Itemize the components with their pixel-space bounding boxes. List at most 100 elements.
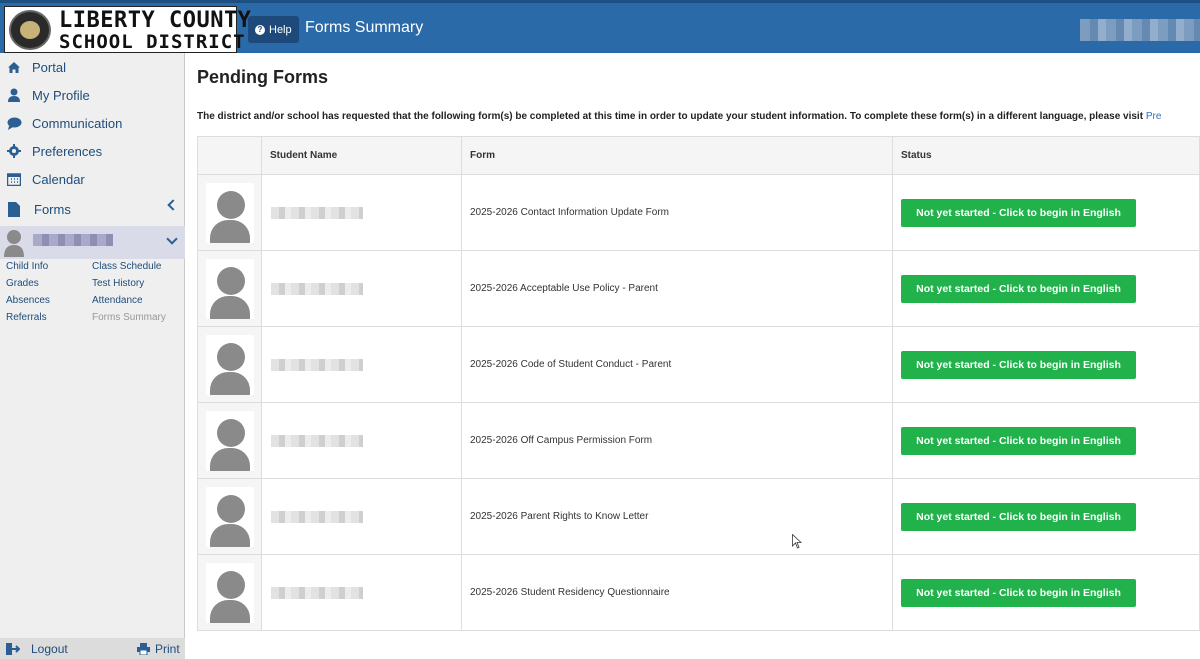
sidebar-item-label: My Profile [32,87,90,103]
status-cell: Not yet started - Click to begin in Engl… [892,174,1200,251]
pending-forms-table: Student Name Form Status 2025-2026 Conta… [197,136,1200,631]
student-name [271,282,363,295]
sidebar-item-label: Preferences [32,143,103,159]
help-button[interactable]: ? Help [248,16,299,43]
begin-form-button[interactable]: Not yet started - Click to begin in Engl… [901,426,1136,455]
language-link[interactable]: Pre [1146,111,1162,122]
student-photo-cell [197,250,262,327]
user-icon [6,87,22,103]
student-name [271,206,363,219]
student-link-child-info[interactable]: Child Info [6,261,48,272]
user-account-menu[interactable] [1080,19,1200,41]
sidebar-footer: Logout Print [0,638,185,659]
table-row: 2025-2026 Student Residency Questionnair… [197,554,1200,631]
form-name-cell: 2025-2026 Acceptable Use Policy - Parent [461,250,893,327]
table-row: 2025-2026 Acceptable Use Policy - Parent… [197,250,1200,327]
student-photo-cell [197,326,262,403]
district-logo[interactable]: LIBERTY COUNTY SCHOOL DISTRICT [4,6,251,53]
student-photo-cell [197,174,262,251]
form-name-cell: 2025-2026 Parent Rights to Know Letter [461,478,893,555]
begin-form-button[interactable]: Not yet started - Click to begin in Engl… [901,578,1136,607]
chevron-down-icon [166,233,178,245]
page-header-title: Forms Summary [305,19,424,36]
top-header: LIBERTY COUNTY SCHOOL DISTRICT ? Help Fo… [0,0,1200,53]
table-row: 2025-2026 Contact Information Update For… [197,174,1200,251]
sidebar: Portal My Profile Communication Preferen… [0,53,185,659]
calendar-icon [6,171,22,187]
home-icon [6,59,22,75]
chevron-left-icon [167,199,179,211]
status-cell: Not yet started - Click to begin in Engl… [892,250,1200,327]
sidebar-item-communication[interactable]: Communication [0,109,185,137]
student-name-cell [261,554,462,631]
column-header-student-name: Student Name [261,136,462,175]
student-selector[interactable] [0,226,185,259]
sidebar-item-forms[interactable]: Forms [0,194,185,224]
begin-form-button[interactable]: Not yet started - Click to begin in Engl… [901,274,1136,303]
student-name [271,434,363,447]
sidebar-item-my-profile[interactable]: My Profile [0,81,185,109]
status-cell: Not yet started - Click to begin in Engl… [892,478,1200,555]
student-name [33,234,113,246]
table-header-row: Student Name Form Status [197,136,1200,175]
logo-line-1: LIBERTY COUNTY [59,8,252,33]
student-link-forms-summary[interactable]: Forms Summary [92,312,166,323]
document-icon [6,201,22,217]
student-name-cell [261,326,462,403]
logout-button[interactable]: Logout [6,642,68,656]
question-icon: ? [255,24,265,35]
student-photo-icon [206,182,254,243]
status-cell: Not yet started - Click to begin in Engl… [892,554,1200,631]
student-name-cell [261,250,462,327]
student-link-class-schedule[interactable]: Class Schedule [92,261,161,272]
sidebar-item-label: Portal [32,59,66,75]
chat-icon [6,115,22,131]
sidebar-item-portal[interactable]: Portal [0,53,185,81]
form-name-cell: 2025-2026 Student Residency Questionnair… [461,554,893,631]
table-row: 2025-2026 Off Campus Permission Form Not… [197,402,1200,479]
student-photo-cell [197,478,262,555]
student-photo-icon [206,562,254,623]
student-photo-icon [206,410,254,471]
student-link-absences[interactable]: Absences [6,295,50,306]
student-photo-icon [206,258,254,319]
student-link-test-history[interactable]: Test History [92,278,144,289]
student-name [271,358,363,371]
student-name [271,510,363,523]
sidebar-item-label: Forms [34,201,71,217]
student-avatar-icon [4,230,24,257]
sidebar-item-preferences[interactable]: Preferences [0,137,185,165]
student-photo-icon [206,486,254,547]
status-cell: Not yet started - Click to begin in Engl… [892,402,1200,479]
form-name-cell: 2025-2026 Code of Student Conduct - Pare… [461,326,893,403]
district-seal-icon [9,10,51,50]
begin-form-button[interactable]: Not yet started - Click to begin in Engl… [901,502,1136,531]
form-name-cell: 2025-2026 Contact Information Update For… [461,174,893,251]
table-row: 2025-2026 Parent Rights to Know Letter N… [197,478,1200,555]
begin-form-button[interactable]: Not yet started - Click to begin in Engl… [901,198,1136,227]
student-link-grades[interactable]: Grades [6,278,39,289]
student-name [271,586,363,599]
student-link-referrals[interactable]: Referrals [6,312,47,323]
sidebar-item-label: Communication [32,115,123,131]
student-name-cell [261,174,462,251]
column-header-status: Status [892,136,1200,175]
form-name-cell: 2025-2026 Off Campus Permission Form [461,402,893,479]
sidebar-item-calendar[interactable]: Calendar [0,165,185,193]
student-photo-cell [197,402,262,479]
logout-label: Logout [31,642,68,656]
page-title: Pending Forms [197,67,329,87]
student-photo-cell [197,554,262,631]
photo-column-header [197,136,262,175]
student-link-attendance[interactable]: Attendance [92,295,143,306]
begin-form-button[interactable]: Not yet started - Click to begin in Engl… [901,350,1136,379]
status-cell: Not yet started - Click to begin in Engl… [892,326,1200,403]
print-icon [137,643,150,655]
print-label: Print [155,642,180,656]
student-name-cell [261,402,462,479]
intro-text: The district and/or school has requested… [197,111,1161,122]
print-button[interactable]: Print [137,642,180,656]
help-label: Help [269,23,292,36]
mouse-cursor-icon [792,534,802,549]
table-row: 2025-2026 Code of Student Conduct - Pare… [197,326,1200,403]
